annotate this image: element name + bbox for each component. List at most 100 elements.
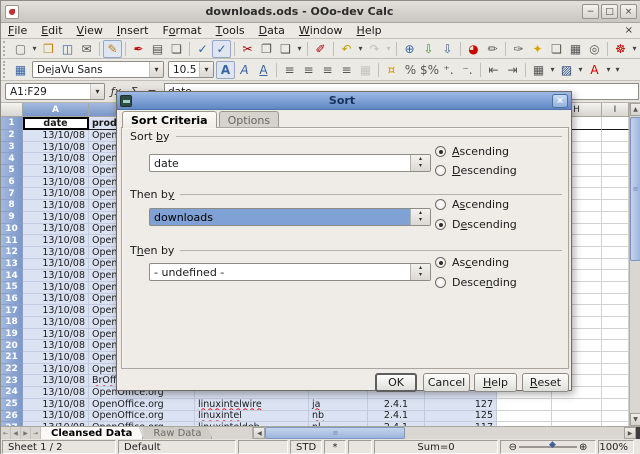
menu-window[interactable]: Window [292, 23, 350, 39]
italic-icon[interactable]: A [235, 61, 254, 79]
row-header-25[interactable]: 25 [1, 399, 23, 411]
scroll-right-icon[interactable]: ▶ [624, 427, 636, 439]
underline-icon[interactable]: A [254, 61, 273, 79]
cell-I24[interactable] [602, 387, 629, 399]
cancel-button[interactable]: Cancel [423, 373, 470, 392]
row-header-22[interactable]: 22 [1, 364, 23, 376]
row-header-13[interactable]: 13 [1, 259, 23, 271]
cell-I23[interactable] [602, 375, 629, 387]
next-sheet-button[interactable]: ▶ [21, 427, 31, 439]
vertical-scrollbar[interactable]: ▲ ≡ ▼ [629, 103, 640, 426]
align-right-icon[interactable]: ≡ [318, 61, 337, 79]
cell-A24[interactable]: 13/10/08 [23, 387, 89, 399]
paste-icon[interactable]: ❑ [276, 40, 295, 58]
cell-A26[interactable]: 13/10/08 [23, 411, 89, 423]
cell-A20[interactable]: 13/10/08 [23, 340, 89, 352]
cell-I12[interactable] [602, 247, 629, 259]
cell-A16[interactable]: 13/10/08 [23, 294, 89, 306]
zoom-thumb[interactable]: ◆ [549, 441, 556, 450]
pane-splitter[interactable] [636, 427, 640, 439]
font-color-dropdown[interactable]: ▾ [604, 61, 613, 79]
document-as-email-icon[interactable]: ✉ [77, 40, 96, 58]
minimize-button[interactable]: − [582, 4, 599, 19]
toolbar-overflow[interactable]: ▾ [630, 40, 639, 58]
cell-E25[interactable]: 2.4.1 [368, 399, 425, 411]
new-document-dropdown[interactable]: ▾ [30, 40, 39, 58]
cell-A12[interactable]: 13/10/08 [23, 247, 89, 259]
add-decimal-icon[interactable]: ⁺. [439, 61, 458, 79]
column-header-A[interactable]: A [23, 103, 89, 117]
menu-data[interactable]: Data [252, 23, 292, 39]
cell-A2[interactable]: 13/10/08 [23, 130, 89, 142]
cell-I10[interactable] [602, 224, 629, 236]
radio-button-icon[interactable] [435, 165, 446, 176]
export-pdf-icon[interactable]: ✒ [129, 40, 148, 58]
cell-I25[interactable] [602, 399, 629, 411]
chevron-down-icon[interactable]: ▾ [199, 62, 213, 77]
radio-button-icon[interactable] [435, 257, 446, 268]
cell-I2[interactable] [602, 130, 629, 142]
cell-I3[interactable] [602, 142, 629, 154]
zoom-icon[interactable]: ◎ [585, 40, 604, 58]
cell-C25[interactable]: linuxintelwire [195, 399, 309, 411]
cell-I13[interactable] [602, 259, 629, 271]
row-header-19[interactable]: 19 [1, 329, 23, 341]
dialog-close-icon[interactable]: × [552, 94, 568, 108]
ascending-radio-3[interactable]: Ascending [435, 256, 509, 269]
toolbar-handle[interactable] [3, 41, 9, 56]
print-icon[interactable]: ▤ [148, 40, 167, 58]
cell-A8[interactable]: 13/10/08 [23, 200, 89, 212]
tab-sort-criteria[interactable]: Sort Criteria [122, 111, 217, 128]
gallery-icon[interactable]: ❏ [547, 40, 566, 58]
menu-insert[interactable]: Insert [110, 23, 156, 39]
row-header-1[interactable]: 1 [1, 117, 23, 130]
scroll-track[interactable] [405, 427, 624, 439]
save-icon[interactable]: ◫ [58, 40, 77, 58]
help-icon[interactable]: ☸ [611, 40, 630, 58]
cell-I22[interactable] [602, 364, 629, 376]
cell-A11[interactable]: 13/10/08 [23, 235, 89, 247]
status-page-style[interactable]: Default [118, 440, 236, 454]
show-draw-functions-icon[interactable]: ✏ [483, 40, 502, 58]
row-header-16[interactable]: 16 [1, 294, 23, 306]
row-header-7[interactable]: 7 [1, 188, 23, 200]
cell-D25[interactable]: ja [309, 399, 368, 411]
font-size-combo[interactable]: 10.5 ▾ [168, 61, 214, 78]
auto-spellcheck-icon[interactable]: ✓ [212, 40, 231, 58]
cell-A19[interactable]: 13/10/08 [23, 329, 89, 341]
zoom-slider[interactable]: ⊖ ◆ ⊕ [500, 440, 596, 454]
cell-A4[interactable]: 13/10/08 [23, 153, 89, 165]
sheet-tab-raw-data[interactable]: Raw Data [143, 427, 212, 439]
align-justified-icon[interactable]: ≡ [337, 61, 356, 79]
close-button[interactable]: × [620, 4, 637, 19]
background-color-dropdown[interactable]: ▾ [576, 61, 585, 79]
cell-G25[interactable] [497, 399, 552, 411]
row-header-11[interactable]: 11 [1, 235, 23, 247]
row-header-9[interactable]: 9 [1, 212, 23, 224]
cell-I4[interactable] [602, 153, 629, 165]
cell-B26[interactable]: OpenOffice.org [89, 411, 195, 423]
standard-format-icon[interactable]: $% [420, 61, 439, 79]
cell-I14[interactable] [602, 270, 629, 282]
ascending-radio-1[interactable]: Ascending [435, 145, 509, 158]
undo-icon[interactable]: ↶ [337, 40, 356, 58]
spellcheck-icon[interactable]: ✓ [193, 40, 212, 58]
cell-I11[interactable] [602, 235, 629, 247]
toolbar-handle[interactable] [3, 61, 9, 78]
status-selection-mode[interactable]: STD [290, 440, 322, 454]
sort-ascending-icon[interactable]: ⇩ [419, 40, 438, 58]
row-header-4[interactable]: 4 [1, 153, 23, 165]
ok-button[interactable]: OK [375, 373, 417, 392]
zoom-out-icon[interactable]: ⊖ [509, 442, 517, 453]
cell-A17[interactable]: 13/10/08 [23, 305, 89, 317]
row-header-17[interactable]: 17 [1, 305, 23, 317]
prev-sheet-button[interactable]: ◀ [11, 427, 21, 439]
row-header-10[interactable]: 10 [1, 224, 23, 236]
row-header-15[interactable]: 15 [1, 282, 23, 294]
zoom-in-icon[interactable]: ⊕ [579, 442, 587, 453]
cell-A25[interactable]: 13/10/08 [23, 399, 89, 411]
cell-I8[interactable] [602, 200, 629, 212]
row-header-23[interactable]: 23 [1, 375, 23, 387]
sheet-tab-cleansed-data[interactable]: Cleansed Data [41, 427, 143, 439]
cell-A3[interactable]: 13/10/08 [23, 142, 89, 154]
